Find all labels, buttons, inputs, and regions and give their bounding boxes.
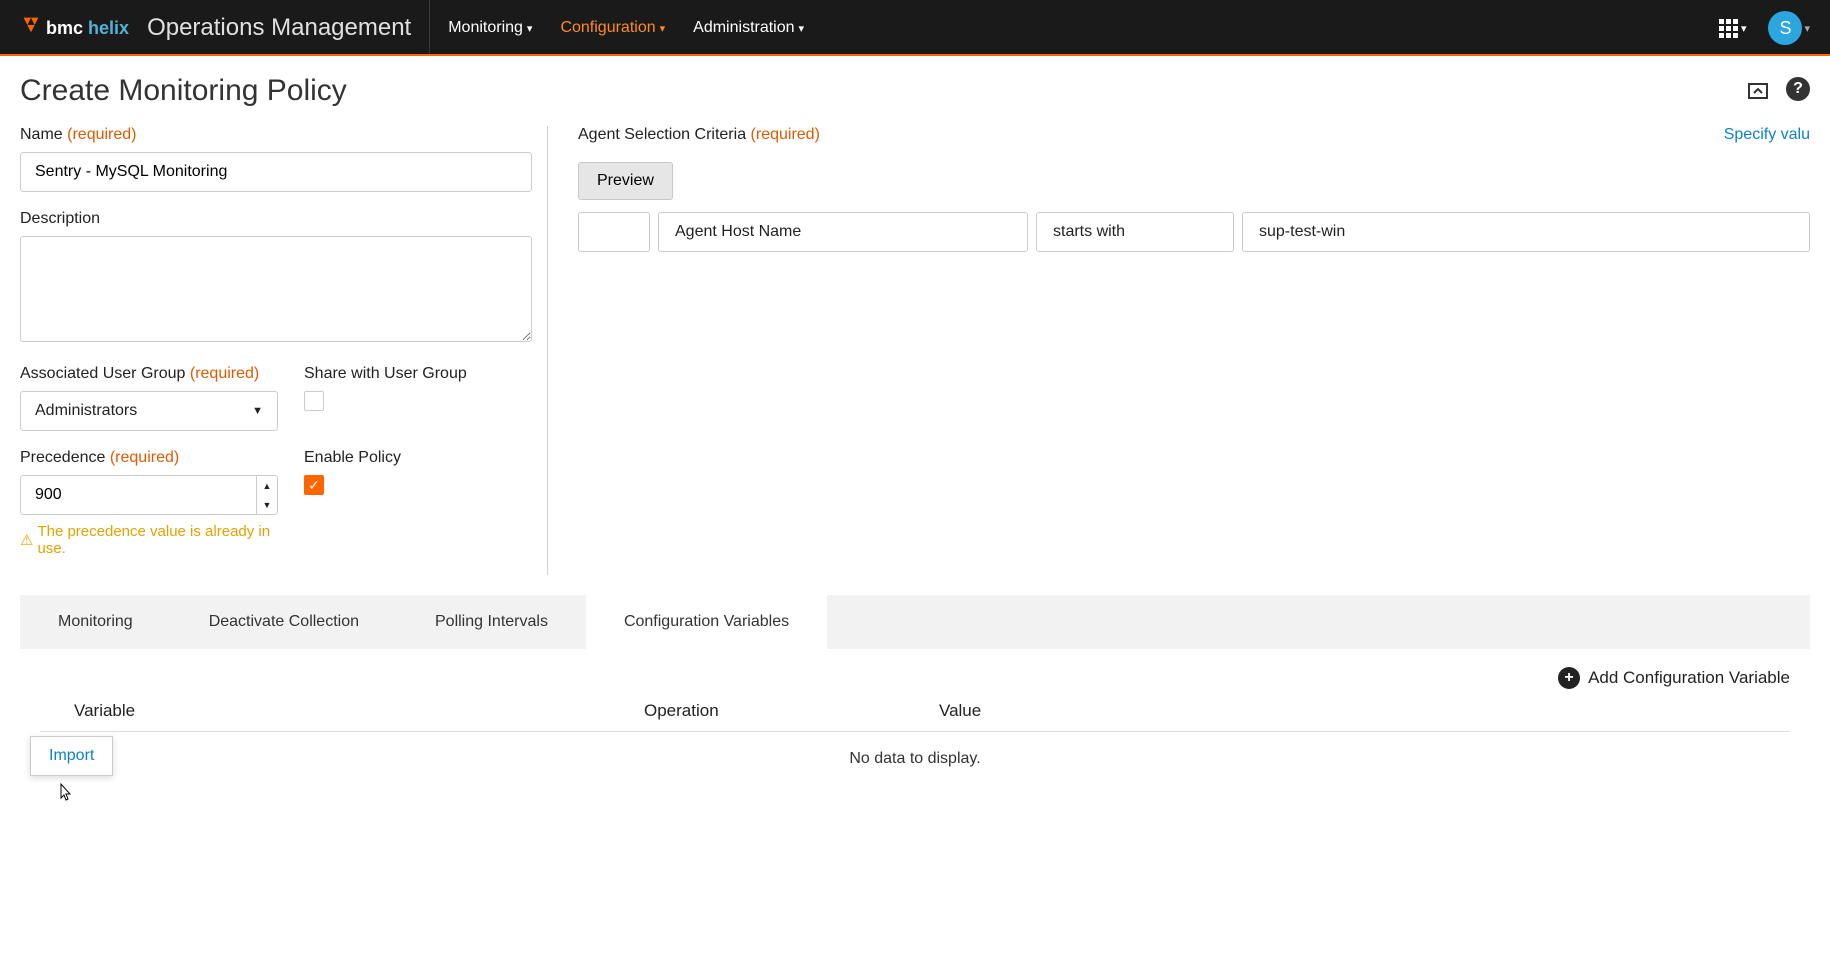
name-input[interactable]: [20, 152, 532, 192]
criteria-operator[interactable]: starts with: [1036, 212, 1234, 252]
criteria-field[interactable]: Agent Host Name: [658, 212, 1028, 252]
th-operation: Operation: [644, 701, 939, 721]
user-avatar[interactable]: S: [1768, 11, 1802, 45]
chevron-down-icon: ▾: [1804, 22, 1810, 35]
plus-icon: +: [1558, 667, 1580, 689]
name-label: Name (required): [20, 126, 532, 144]
table-empty-message: No data to display.: [40, 732, 1790, 786]
variables-table-header: Variable Operation Value: [40, 701, 1790, 732]
logo-text-bmc: bmc: [46, 18, 83, 38]
tab-polling[interactable]: Polling Intervals: [397, 595, 586, 649]
nav-monitoring[interactable]: Monitoring▾: [448, 19, 532, 37]
app-title: Operations Management: [147, 0, 430, 56]
criteria-prefix[interactable]: [578, 212, 650, 252]
tab-deactivate[interactable]: Deactivate Collection: [171, 595, 397, 649]
enable-label: Enable Policy: [304, 449, 532, 467]
top-nav: Monitoring▾ Configuration▾ Administratio…: [448, 19, 804, 37]
step-up-icon: ▲: [257, 476, 277, 495]
tab-monitoring[interactable]: Monitoring: [20, 595, 171, 649]
th-value: Value: [939, 701, 1786, 721]
precedence-warning: ⚠ The precedence value is already in use…: [20, 523, 278, 557]
precedence-input[interactable]: [21, 476, 256, 514]
th-variable: Variable: [44, 701, 644, 721]
agent-criteria-label: Agent Selection Criteria (required): [578, 126, 820, 144]
chevron-down-icon: ▾: [799, 22, 805, 35]
tab-config-vars[interactable]: Configuration Variables: [586, 595, 827, 649]
share-label: Share with User Group: [304, 365, 532, 383]
warning-icon: ⚠: [20, 531, 33, 549]
caret-down-icon: ▼: [252, 405, 263, 417]
share-checkbox[interactable]: [304, 391, 324, 411]
collapse-panel-icon[interactable]: [1744, 77, 1772, 105]
logo-text-helix: helix: [88, 18, 129, 38]
precedence-stepper[interactable]: ▲▼: [256, 476, 277, 514]
description-label: Description: [20, 210, 532, 228]
criteria-value[interactable]: sup-test-win: [1242, 212, 1810, 252]
assoc-group-label: Associated User Group (required): [20, 365, 278, 383]
config-tabs: Monitoring Deactivate Collection Polling…: [20, 595, 1810, 649]
chevron-down-icon: ▾: [527, 22, 533, 35]
page-title: Create Monitoring Policy: [20, 74, 347, 108]
add-config-variable-button[interactable]: + Add Configuration Variable: [40, 667, 1790, 689]
nav-administration[interactable]: Administration▾: [693, 19, 804, 37]
preview-button[interactable]: Preview: [578, 162, 673, 200]
assoc-group-select[interactable]: Administrators ▼: [20, 391, 278, 431]
help-icon[interactable]: ?: [1786, 77, 1810, 101]
import-popover: Import: [30, 736, 113, 776]
logo[interactable]: bmc helix: [20, 14, 129, 43]
step-down-icon: ▼: [257, 495, 277, 514]
precedence-label: Precedence (required): [20, 449, 278, 467]
import-menu-item[interactable]: Import: [49, 747, 94, 765]
enable-checkbox[interactable]: ✓: [304, 475, 324, 495]
description-textarea[interactable]: [20, 236, 532, 342]
top-bar: bmc helix Operations Management Monitori…: [0, 0, 1830, 56]
bmc-logo-icon: [20, 14, 42, 43]
nav-configuration[interactable]: Configuration▾: [560, 19, 665, 37]
apps-launcher-icon[interactable]: ▾: [1719, 19, 1747, 38]
specify-link[interactable]: Specify valu: [1724, 126, 1810, 144]
chevron-down-icon: ▾: [660, 22, 666, 35]
